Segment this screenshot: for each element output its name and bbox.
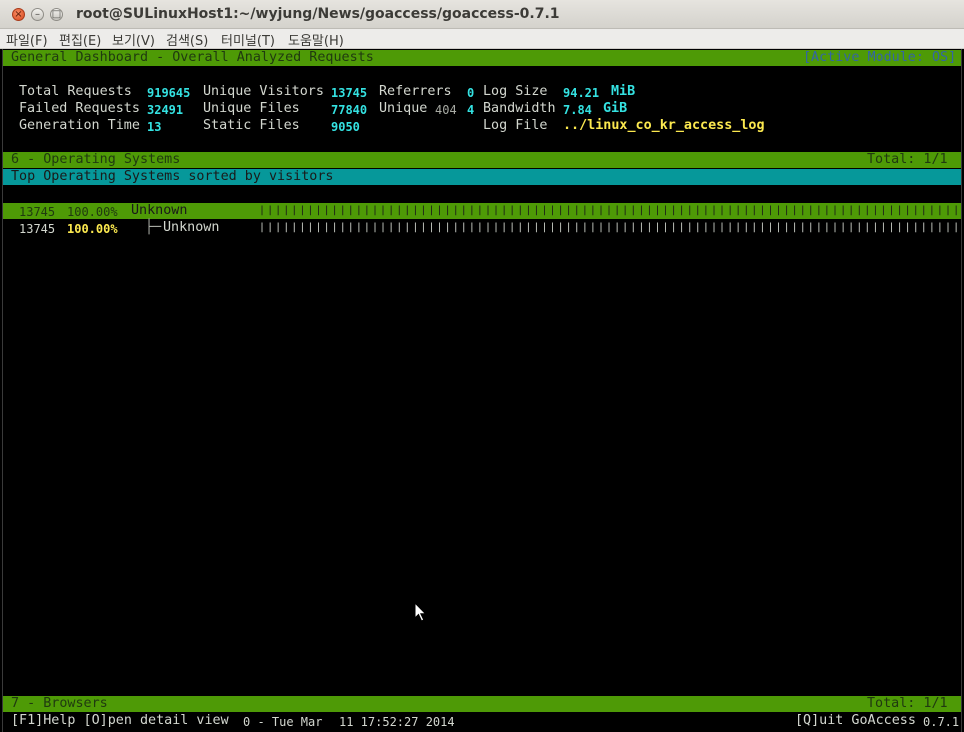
generation-time-label: Generation Time [19,118,140,133]
os-module-subtitle: Top Operating Systems sorted by visitors [11,169,334,184]
menu-view[interactable]: 보기(V) [112,30,155,49]
close-icon: × [14,9,23,20]
close-window-button[interactable]: × [12,8,25,21]
log-size-unit: MiB [611,84,636,99]
log-size-value: 94.21 [563,86,600,100]
minimize-window-button[interactable]: – [31,8,44,21]
os-child-percent: 100.00% [67,222,118,236]
stats-row-1: Total Requests 919645 Unique Visitors 13… [3,84,961,100]
unique-visitors-label: Unique Visitors [203,84,324,99]
unique-404-code: 404 [435,103,457,117]
bandwidth-unit: GiB [603,101,628,116]
active-module-label: [Active Module: OS] [803,50,957,65]
os-module-header[interactable]: 6 - Operating Systems Total: 1/1 [3,152,961,168]
date-prefix: 0 - Tue Mar [243,715,323,729]
version-label: 0.7.1 [923,715,960,729]
menu-search[interactable]: 검색(S) [166,30,208,49]
static-files-value: 9050 [331,120,360,134]
total-requests-value: 919645 [147,86,191,100]
os-module-total: Total: 1/1 [867,152,948,167]
status-bar: [F1]Help [O]pen detail view 0 - Tue Mar … [3,713,961,729]
os-item-hits: 13745 [19,205,56,219]
terminal-window: × – □ root@SULinuxHost1:~/wyjung/News/go… [0,0,964,732]
dashboard-title: General Dashboard - Overall Analyzed Req… [11,50,374,65]
os-list-item-child[interactable]: 13745 100.00% ├─ Unknown |||||||||||||||… [3,220,962,236]
stats-row-3: Generation Time 13 Static Files 9050 Log… [3,118,961,134]
mouse-pointer-icon [414,602,427,622]
browsers-module-total: Total: 1/1 [867,696,948,711]
os-item-bar: ||||||||||||||||||||||||||||||||||||||||… [259,205,962,216]
menu-terminal[interactable]: 터미널(T) [221,30,275,49]
help-hint: [F1]Help [O]pen detail view [11,713,229,728]
unique-404-value: 4 [467,103,475,117]
unique-files-label: Unique Files [203,101,300,116]
failed-requests-label: Failed Requests [19,101,140,116]
unique-visitors-value: 13745 [331,86,368,100]
terminal-screen[interactable]: General Dashboard - Overall Analyzed Req… [2,49,962,732]
window-title: root@SULinuxHost1:~/wyjung/News/goaccess… [76,6,560,22]
failed-requests-value: 32491 [147,103,184,117]
unique-404-label: Unique [379,101,428,116]
log-size-label: Log Size [483,84,548,99]
menu-bar: 파일(F) 편집(E) 보기(V) 검색(S) 터미널(T) 도움말(H) [0,29,964,49]
log-file-value: ../linux_co_kr_access_log [563,118,765,133]
bandwidth-label: Bandwidth [483,101,556,116]
maximize-window-button[interactable]: □ [50,8,63,21]
quit-hint: [Q]uit GoAccess [795,713,916,728]
maximize-icon: □ [51,9,62,20]
date-time: 11 17:52:27 2014 [339,715,455,729]
os-list-item-selected[interactable]: 13745 100.00% Unknown ||||||||||||||||||… [3,203,962,219]
os-child-name: Unknown [163,220,220,235]
os-item-name: Unknown [131,203,188,218]
referrers-value: 0 [467,86,475,100]
minimize-icon: – [35,9,40,20]
total-requests-label: Total Requests [19,84,132,99]
menu-help[interactable]: 도움말(H) [288,30,344,49]
unique-files-value: 77840 [331,103,368,117]
os-module-title: 6 - Operating Systems [11,152,181,167]
bandwidth-value: 7.84 [563,103,592,117]
os-item-percent: 100.00% [67,205,118,219]
tree-branch-icon: ├─ [145,220,162,235]
browsers-module-title: 7 - Browsers [11,696,108,711]
stats-row-2: Failed Requests 32491 Unique Files 77840… [3,101,961,117]
os-child-hits: 13745 [19,222,56,236]
static-files-label: Static Files [203,118,300,133]
referrers-label: Referrers [379,84,452,99]
log-file-label: Log File [483,118,548,133]
os-module-subtitle-bar: Top Operating Systems sorted by visitors [3,169,961,185]
generation-time-value: 13 [147,120,162,134]
menu-edit[interactable]: 편집(E) [59,30,101,49]
menu-file[interactable]: 파일(F) [6,30,48,49]
browsers-module-header[interactable]: 7 - Browsers Total: 1/1 [3,696,961,712]
title-bar[interactable]: × – □ root@SULinuxHost1:~/wyjung/News/go… [0,0,964,29]
os-child-bar: ||||||||||||||||||||||||||||||||||||||||… [259,222,962,233]
dashboard-header: General Dashboard - Overall Analyzed Req… [3,50,961,66]
